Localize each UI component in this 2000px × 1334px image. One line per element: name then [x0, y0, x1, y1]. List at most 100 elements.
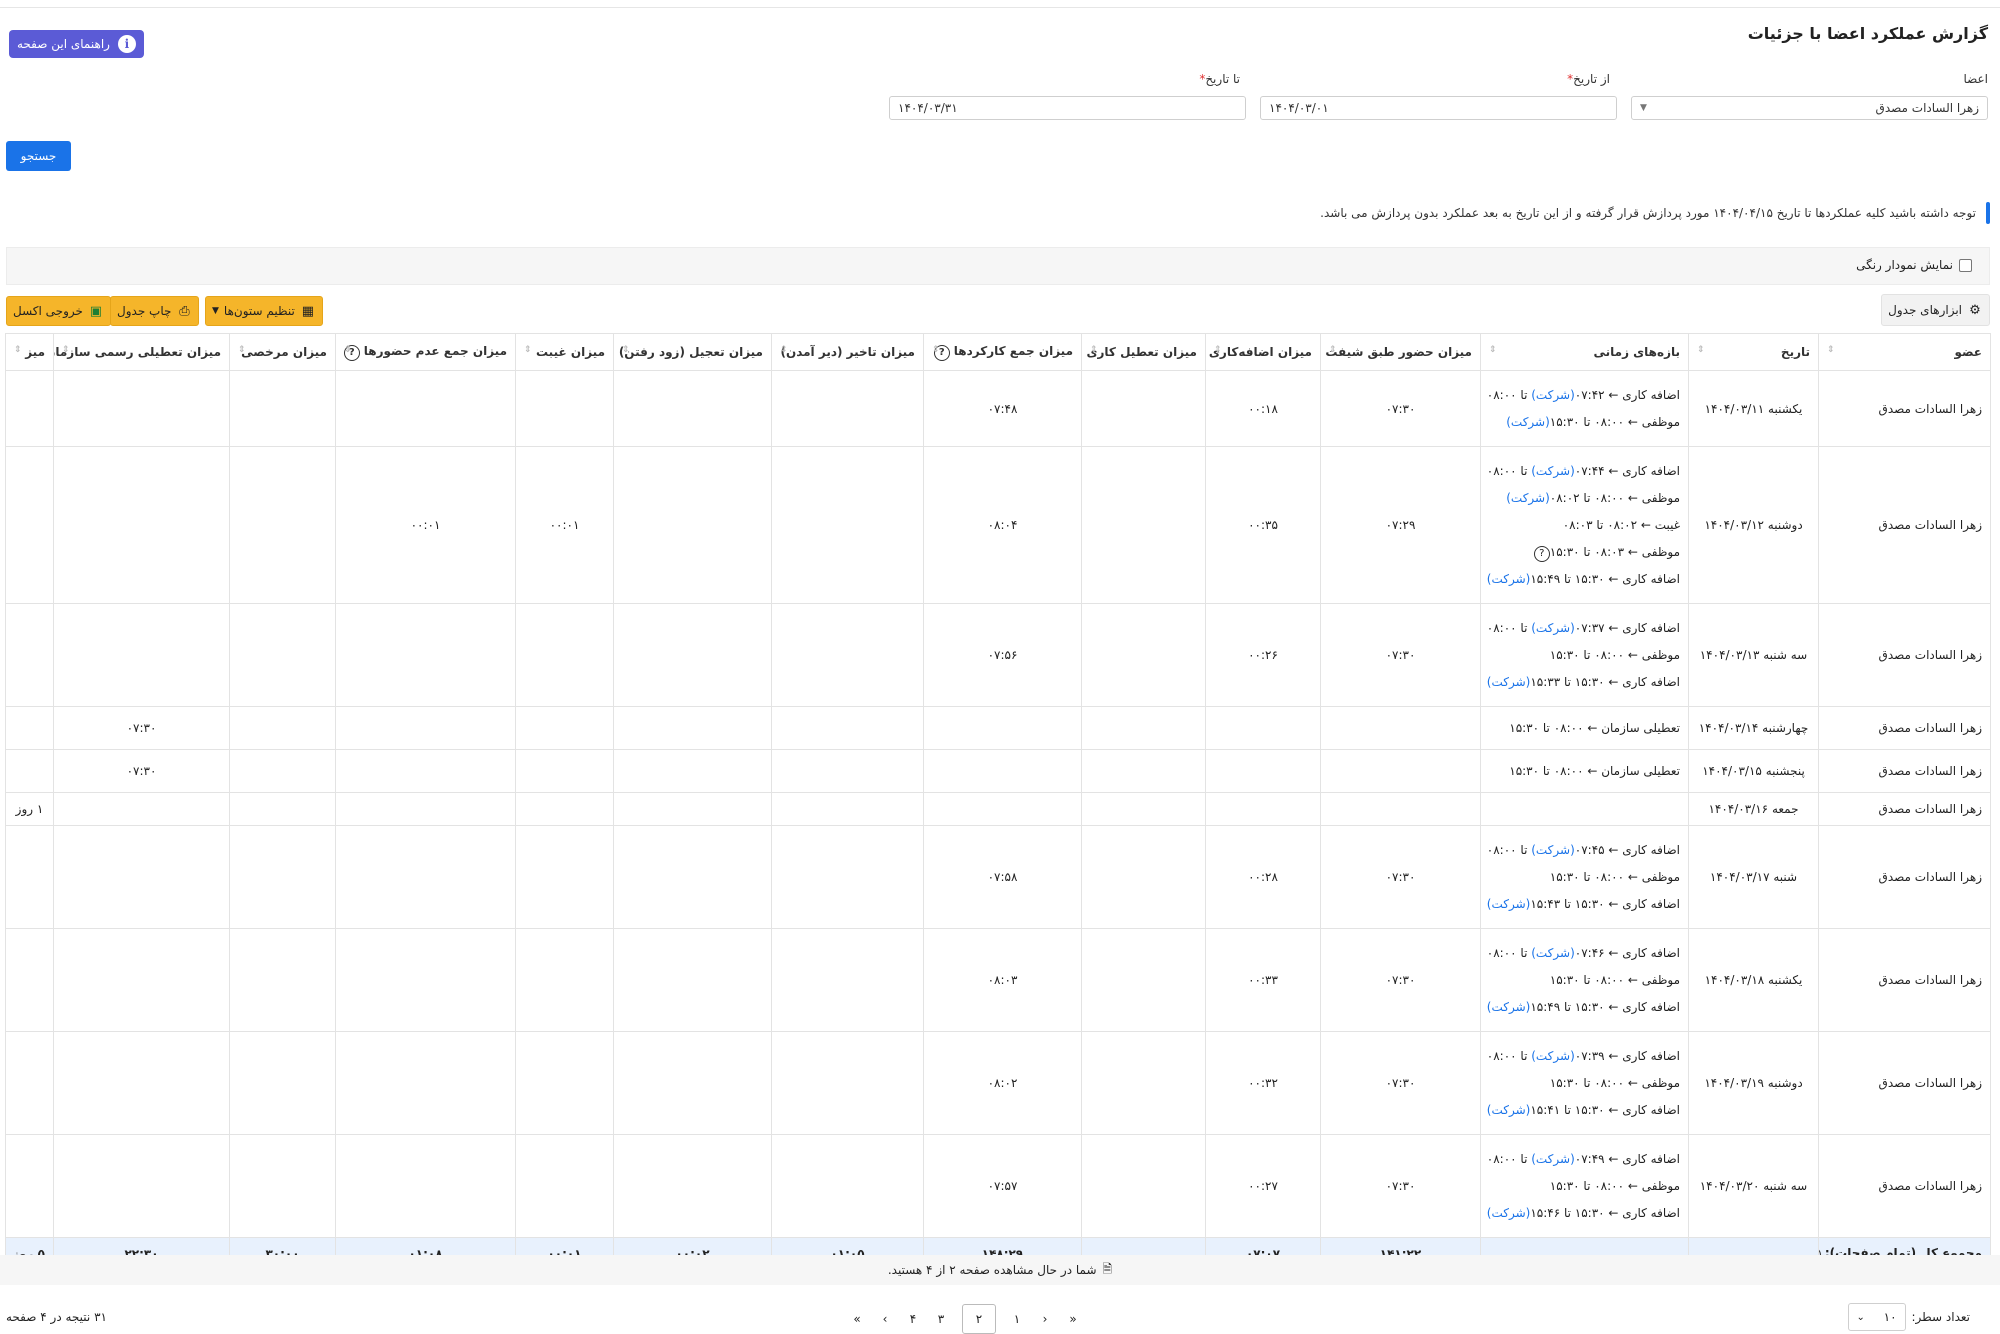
sort-icon[interactable]: ⇕: [780, 345, 788, 355]
member-label: اعضا: [1963, 72, 1988, 86]
page-2-button-current[interactable]: ۲: [962, 1304, 996, 1334]
last-cell: ۱ روز: [5, 792, 54, 826]
interval-text: موظفی ← ۰۸:۰۳ تا ۱۵:۳۰: [1549, 544, 1680, 559]
company-link[interactable]: (شرکت): [1487, 1206, 1531, 1220]
company-link[interactable]: (شرکت): [1531, 464, 1575, 478]
total_absence-cell: ۰۰:۰۱: [335, 446, 516, 604]
sort-icon[interactable]: ⇕: [622, 345, 630, 355]
column-header[interactable]: تاریخ ⇕: [1688, 333, 1819, 371]
column-header[interactable]: میزان تعجیل (زود رفتن) ⇕: [613, 333, 772, 371]
table-row[interactable]: زهرا السادات مصدق پنجشنبه ۱۴۰۴/۰۳/۱۵ تعطیل…: [5, 749, 1991, 793]
company-link[interactable]: (شرکت): [1487, 1103, 1531, 1117]
company-link[interactable]: (شرکت): [1531, 621, 1575, 635]
printer-icon: ⎙: [179, 303, 190, 319]
from-date-input[interactable]: ۱۴۰۴/۰۳/۰۱: [1260, 96, 1617, 120]
table-row[interactable]: زهرا السادات مصدق جمعه ۱۴۰۴/۰۳/۱۶ ۱ روز: [5, 792, 1991, 826]
sort-icon[interactable]: ⇕: [1489, 345, 1497, 355]
sort-icon[interactable]: ⇕: [524, 345, 532, 355]
column-header[interactable]: بازه‌های زمانی ⇕: [1480, 333, 1689, 371]
sort-icon[interactable]: ⇕: [1329, 345, 1337, 355]
member-select[interactable]: ▼ زهرا السادات مصدق: [1631, 96, 1988, 120]
company-link[interactable]: (شرکت): [1506, 415, 1550, 429]
table-row[interactable]: زهرا السادات مصدق یکشنبه ۱۴۰۴/۰۳/۱۱ اضافه …: [5, 370, 1991, 447]
color-chart-toggle[interactable]: نمایش نمودار رنگی: [1856, 258, 1972, 272]
column-header[interactable]: میزان غیبت ⇕: [515, 333, 614, 371]
to-date-input[interactable]: ۱۴۰۴/۰۳/۳۱: [889, 96, 1246, 120]
column-header[interactable]: میزان تعطیل کاری ⇕: [1081, 333, 1206, 371]
interval-text: تا ۰۸:۰۰: [1486, 463, 1532, 478]
sort-icon[interactable]: ⇕: [1214, 345, 1222, 355]
sort-icon[interactable]: ⇕: [238, 345, 246, 355]
interval-text: اضافه کاری ← ۱۵:۳۰ تا ۱۵:۴۱: [1530, 1102, 1680, 1117]
sort-icon[interactable]: ⇕: [932, 345, 940, 355]
company-link[interactable]: (شرکت): [1487, 897, 1531, 911]
last-page-button[interactable]: »: [1066, 1312, 1080, 1326]
sort-icon[interactable]: ⇕: [14, 345, 22, 355]
sort-icon[interactable]: ⇕: [1697, 345, 1705, 355]
page-icon: 🗎: [1102, 1261, 1113, 1276]
page-help-button[interactable]: i راهنمای این صفحه: [9, 30, 144, 58]
sort-icon[interactable]: ⇕: [62, 345, 70, 355]
table-row[interactable]: زهرا السادات مصدق دوشنبه ۱۴۰۴/۰۳/۱۹ اضافه …: [5, 1031, 1991, 1135]
interval-text: موظفی ← ۰۸:۰۰ تا ۱۵:۳۰: [1549, 414, 1680, 429]
excel-export-button[interactable]: ▣ خروجی اکسل: [6, 296, 111, 326]
column-header[interactable]: میز ⇕: [5, 333, 54, 371]
company-link[interactable]: (شرکت): [1487, 1000, 1531, 1014]
chart-checkbox[interactable]: [1959, 258, 1972, 272]
delay-cell: [771, 749, 924, 793]
holiday_work-cell: [1081, 749, 1206, 793]
column-header[interactable]: میزان اضافه‌کاری ⇕: [1205, 333, 1321, 371]
column-header[interactable]: میزان مرخصی ⇕: [229, 333, 336, 371]
print-table-button[interactable]: ⎙ چاپ جدول: [110, 296, 200, 326]
company-link[interactable]: (شرکت): [1506, 491, 1550, 505]
shift-cell: [1320, 792, 1481, 826]
date-cell: یکشنبه ۱۴۰۴/۰۳/۱۸: [1688, 928, 1819, 1032]
total_absence-cell: [335, 706, 516, 750]
leave-cell: [229, 1134, 336, 1238]
total_work-cell: ۰۷:۵۷: [923, 1134, 1082, 1238]
date-cell: سه شنبه ۱۴۰۴/۰۳/۲۰: [1688, 1134, 1819, 1238]
table-row[interactable]: زهرا السادات مصدق سه شنبه ۱۴۰۴/۰۳/۱۳ اضافه…: [5, 603, 1991, 707]
date-cell: شنبه ۱۴۰۴/۰۳/۱۷: [1688, 825, 1819, 929]
column-header[interactable]: میزان جمع عدم حضورها? ⇕: [335, 333, 516, 371]
table-row[interactable]: زهرا السادات مصدق شنبه ۱۴۰۴/۰۳/۱۷ اضافه کا…: [5, 825, 1991, 929]
total_absence-cell: [335, 1031, 516, 1135]
page-3-button[interactable]: ۳: [934, 1312, 948, 1326]
company-link[interactable]: (شرکت): [1531, 946, 1575, 960]
total_work-cell: ۰۸:۰۴: [923, 446, 1082, 604]
table-tools-button[interactable]: ⚙ ابزارهای جدول: [1881, 294, 1990, 326]
company-link[interactable]: (شرکت): [1531, 843, 1575, 857]
column-header[interactable]: میزان تاخیر (دیر آمدن) ⇕: [771, 333, 924, 371]
interval-text: اضافه کاری ← ۱۵:۳۰ تا ۱۵:۴۹: [1530, 571, 1680, 586]
help-circle-icon[interactable]: ?: [1533, 545, 1550, 562]
prev-page-button[interactable]: ‹: [878, 1312, 892, 1326]
page-4-button[interactable]: ۴: [906, 1312, 920, 1326]
shift-cell: ۰۷:۲۹: [1320, 446, 1481, 604]
company-link[interactable]: (شرکت): [1487, 572, 1531, 586]
sort-icon[interactable]: ⇕: [1090, 345, 1098, 355]
company-link[interactable]: (شرکت): [1531, 388, 1575, 402]
pager-status-bar: 🗎 شما در حال مشاهده صفحه ۲ از ۴ هستید.: [0, 1255, 2000, 1285]
column-header[interactable]: میزان تعطیلی رسمی سازمان ⇕: [53, 333, 230, 371]
table-row[interactable]: زهرا السادات مصدق دوشنبه ۱۴۰۴/۰۳/۱۲ اضافه …: [5, 446, 1991, 604]
table-row[interactable]: زهرا السادات مصدق سه شنبه ۱۴۰۴/۰۳/۲۰ اضافه…: [5, 1134, 1991, 1238]
total_work-cell: [923, 706, 1082, 750]
sort-icon[interactable]: ⇕: [344, 345, 352, 355]
column-settings-button[interactable]: ▦ تنظیم ستون‌ها ▼: [205, 296, 323, 326]
page-1-button[interactable]: ۱: [1010, 1312, 1024, 1326]
sort-icon[interactable]: ⇕: [1827, 345, 1835, 355]
search-button[interactable]: جستجو: [6, 141, 71, 171]
column-header-label: تاریخ: [1780, 345, 1810, 359]
table-row[interactable]: زهرا السادات مصدق چهارشنبه ۱۴۰۴/۰۳/۱۴ تعطی…: [5, 706, 1991, 750]
table-row[interactable]: زهرا السادات مصدق یکشنبه ۱۴۰۴/۰۳/۱۸ اضافه …: [5, 928, 1991, 1032]
company-link[interactable]: (شرکت): [1487, 675, 1531, 689]
first-page-button[interactable]: «: [850, 1312, 864, 1326]
column-header[interactable]: میزان حضور طبق شیفت ⇕: [1320, 333, 1481, 371]
column-header[interactable]: میزان جمع کارکردها? ⇕: [923, 333, 1082, 371]
company-link[interactable]: (شرکت): [1531, 1049, 1575, 1063]
shift-cell: [1320, 749, 1481, 793]
rows-per-page-select[interactable]: ⌄ ۱۰: [1847, 1303, 1906, 1331]
column-header[interactable]: عضو ⇕: [1818, 333, 1991, 371]
next-page-button[interactable]: ›: [1038, 1312, 1052, 1326]
company-link[interactable]: (شرکت): [1531, 1152, 1575, 1166]
